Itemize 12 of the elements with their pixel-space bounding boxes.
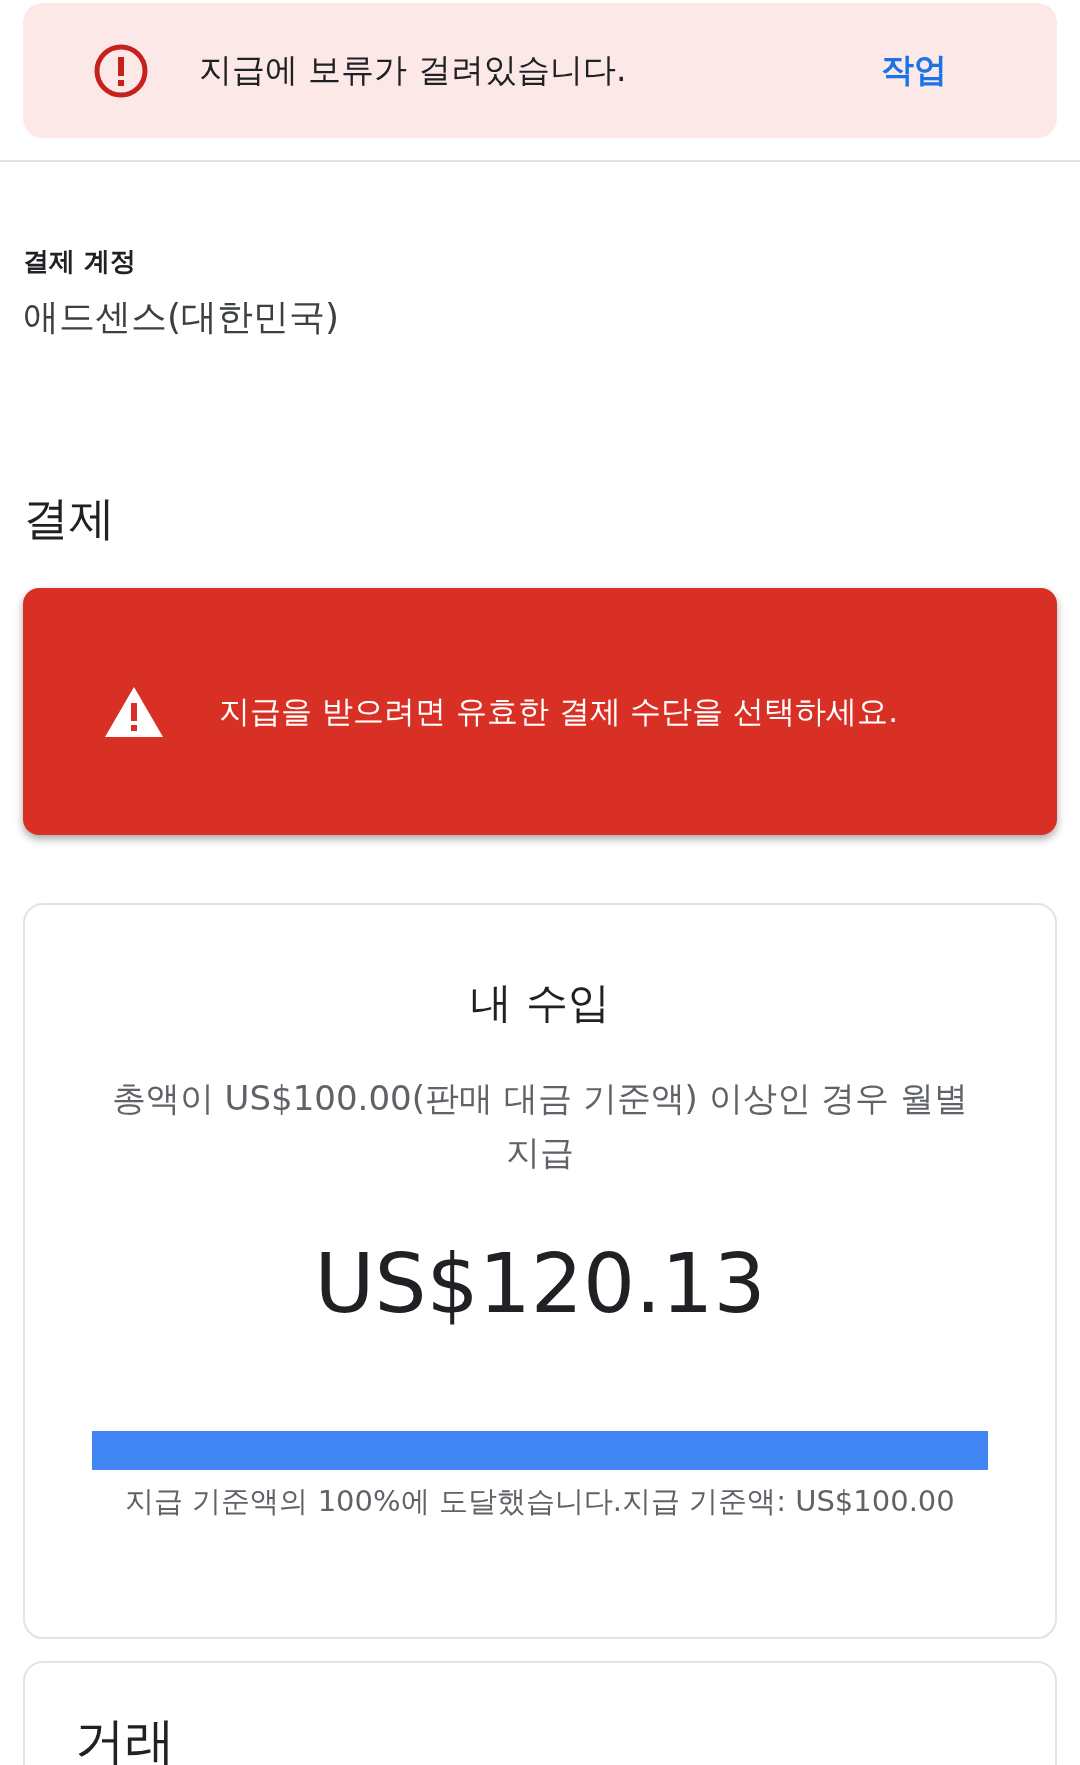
error-icon	[93, 42, 149, 99]
account-label: 결제 계정	[23, 245, 138, 278]
earnings-amount: US$120.13	[314, 1235, 766, 1331]
progress-caption: 지급 기준액의 100%에 도달했습니다.지급 기준액: US$100.00	[125, 1482, 955, 1520]
hold-message: 지급에 보류가 걸려있습니다.	[199, 49, 628, 91]
section-title: 결제	[23, 490, 116, 547]
alert-message: 지급을 받으려면 유효한 결제 수단을 선택하세요.	[219, 691, 899, 731]
account-value: 애드센스(대한민국)	[23, 295, 341, 339]
card-title: 내 수입	[470, 977, 610, 1029]
earnings-description: 총액이 US$100.00(판매 대금 기준액) 이상인 경우 월별 지급	[110, 1077, 970, 1175]
action-link[interactable]: 작업	[881, 48, 947, 93]
card-title: 거래	[75, 1711, 176, 1765]
